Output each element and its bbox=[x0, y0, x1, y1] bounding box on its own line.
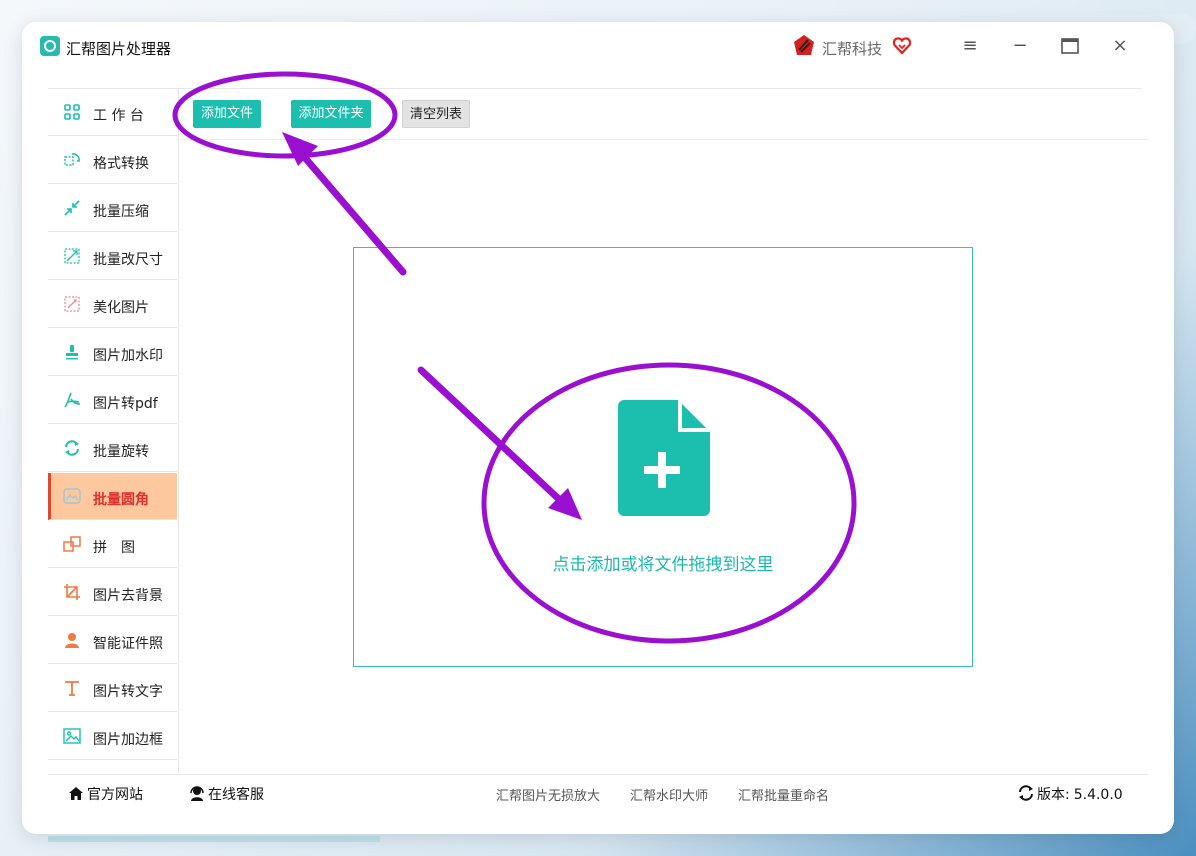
sidebar-item-label: 图片加边框 bbox=[93, 732, 163, 748]
sidebar-item-label: 格式转换 bbox=[93, 156, 149, 172]
sidebar-item-label: 图片去背景 bbox=[93, 588, 163, 604]
sidebar-item-format-convert[interactable]: 格式转换 bbox=[48, 137, 177, 184]
official-website-label: 官方网站 bbox=[87, 787, 143, 803]
beautify-icon bbox=[64, 296, 80, 312]
file-drop-zone[interactable]: 点击添加或将文件拖拽到这里 bbox=[353, 247, 973, 667]
title-bar: 汇帮图片处理器 汇帮科技 ≡ − × bbox=[40, 32, 1142, 60]
sidebar-item-id-photo[interactable]: 智能证件照 bbox=[48, 617, 177, 664]
sidebar-item-label: 图片加水印 bbox=[93, 348, 163, 364]
footer-link-watermark[interactable]: 汇帮水印大师 bbox=[630, 785, 708, 804]
footer-link-rename[interactable]: 汇帮批量重命名 bbox=[738, 785, 829, 804]
add-file-button[interactable]: 添加文件 bbox=[193, 100, 261, 128]
maximize-icon[interactable] bbox=[1058, 34, 1082, 58]
footer: 官方网站 在线客服 汇帮图片无损放大 汇帮水印大师 汇帮批量重命名 版本: 5.4… bbox=[48, 774, 1148, 811]
heart-icon[interactable] bbox=[892, 36, 912, 56]
clear-list-button[interactable]: 清空列表 bbox=[402, 100, 470, 128]
sidebar-item-label: 批量旋转 bbox=[93, 444, 149, 460]
sidebar-item-label: 批量改尺寸 bbox=[93, 252, 163, 268]
menu-icon[interactable]: ≡ bbox=[958, 34, 982, 58]
convert-icon bbox=[64, 153, 80, 166]
drop-zone-hint: 点击添加或将文件拖拽到这里 bbox=[552, 555, 774, 575]
crop-icon bbox=[64, 584, 80, 600]
home-icon bbox=[69, 787, 83, 800]
version-label: 版本: bbox=[1037, 787, 1070, 803]
add-folder-button[interactable]: 添加文件夹 bbox=[291, 100, 371, 128]
sidebar-item-remove-bg[interactable]: 图片去背景 bbox=[48, 569, 177, 616]
sidebar-item-label: 拼 图 bbox=[93, 540, 135, 556]
sidebar: 工 作 台 格式转换 批量压缩 批量改尺寸 美化图片 图片加水印 图片转pdf … bbox=[48, 89, 179, 773]
add-file-icon bbox=[618, 400, 710, 516]
pdf-icon bbox=[64, 392, 81, 408]
brand-logo-icon bbox=[794, 35, 814, 55]
sidebar-item-watermark[interactable]: 图片加水印 bbox=[48, 329, 177, 376]
sidebar-item-rotate[interactable]: 批量旋转 bbox=[48, 425, 177, 472]
sidebar-item-to-text[interactable]: 图片转文字 bbox=[48, 665, 177, 712]
sidebar-item-compress[interactable]: 批量压缩 bbox=[48, 185, 177, 232]
grid-icon bbox=[64, 104, 80, 120]
minimize-icon[interactable]: − bbox=[1008, 34, 1032, 58]
sidebar-item-label: 批量圆角 bbox=[93, 492, 149, 508]
app-title: 汇帮图片处理器 bbox=[66, 40, 172, 58]
sidebar-item-round-corner[interactable]: 批量圆角 bbox=[48, 473, 177, 520]
online-support-label: 在线客服 bbox=[208, 787, 264, 803]
version-number: 5.4.0.0 bbox=[1073, 787, 1123, 803]
background-bar bbox=[48, 836, 380, 842]
sidebar-item-label: 工 作 台 bbox=[93, 108, 144, 124]
sidebar-item-label: 批量压缩 bbox=[93, 204, 149, 220]
headset-icon bbox=[190, 786, 204, 801]
brand-name: 汇帮科技 bbox=[822, 40, 883, 58]
resize-icon bbox=[64, 248, 80, 264]
puzzle-icon bbox=[63, 536, 81, 552]
sidebar-item-label: 图片转pdf bbox=[93, 396, 158, 412]
sidebar-item-workbench[interactable]: 工 作 台 bbox=[48, 89, 177, 136]
frame-icon bbox=[63, 728, 81, 744]
refresh-icon bbox=[1019, 785, 1033, 801]
sidebar-item-to-pdf[interactable]: 图片转pdf bbox=[48, 377, 177, 424]
round-corner-icon bbox=[63, 488, 81, 504]
person-icon bbox=[65, 633, 79, 648]
toolbar: 添加文件 添加文件夹 清空列表 bbox=[178, 89, 1148, 140]
rotate-icon bbox=[65, 440, 79, 456]
sidebar-item-label: 智能证件照 bbox=[93, 636, 163, 652]
close-icon[interactable]: × bbox=[1108, 34, 1132, 58]
text-icon bbox=[65, 681, 79, 696]
sidebar-item-beautify[interactable]: 美化图片 bbox=[48, 281, 177, 328]
stamp-icon bbox=[66, 345, 78, 360]
sidebar-item-label: 美化图片 bbox=[93, 300, 149, 316]
footer-link-upscale[interactable]: 汇帮图片无损放大 bbox=[496, 785, 600, 804]
sidebar-item-resize[interactable]: 批量改尺寸 bbox=[48, 233, 177, 280]
app-logo-icon bbox=[40, 36, 60, 56]
sidebar-item-puzzle[interactable]: 拼 图 bbox=[48, 521, 177, 568]
version-info[interactable]: 版本: 5.4.0.0 bbox=[1018, 784, 1123, 804]
compress-icon bbox=[64, 200, 80, 216]
sidebar-item-border[interactable]: 图片加边框 bbox=[48, 713, 177, 760]
official-website-link[interactable]: 官方网站 bbox=[68, 784, 143, 804]
online-support-link[interactable]: 在线客服 bbox=[189, 784, 264, 804]
sidebar-item-label: 图片转文字 bbox=[93, 684, 163, 700]
